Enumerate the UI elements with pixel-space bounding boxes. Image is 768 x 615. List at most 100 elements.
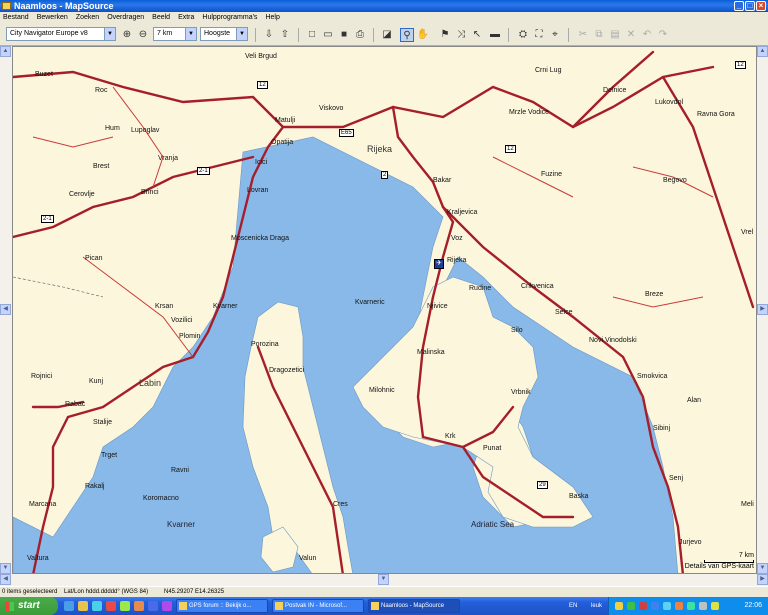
taskbar: start GPS forum :: Bekijk o... Postvak I… xyxy=(0,597,768,615)
toolbar-separator xyxy=(508,28,509,42)
detail-level-select[interactable]: Hoogste ▼ xyxy=(200,27,248,41)
tray-icon[interactable] xyxy=(627,602,635,610)
waypoint-flag-icon[interactable]: ⚑ xyxy=(438,28,452,42)
menu-bewerken[interactable]: Bewerken xyxy=(37,12,68,24)
tray-icon[interactable] xyxy=(615,602,623,610)
tray-icon[interactable] xyxy=(687,602,695,610)
chevron-down-icon[interactable]: ▼ xyxy=(104,28,115,40)
scroll-up-arrow-icon[interactable]: ▲ xyxy=(0,46,11,57)
menu-zoeken[interactable]: Zoeken xyxy=(76,12,99,24)
quicklaunch-icon[interactable] xyxy=(92,601,102,611)
task-button[interactable]: GPS forum :: Bekijk o... xyxy=(176,599,268,613)
city-label: Koromacno xyxy=(143,495,179,502)
map-product-select[interactable]: City Navigator Europe v8 ▼ xyxy=(6,27,116,41)
menu-overdragen[interactable]: Overdragen xyxy=(107,12,144,24)
scroll-left-arrow-icon[interactable]: ◀ xyxy=(0,304,11,315)
chevron-down-icon[interactable]: ▼ xyxy=(236,28,247,40)
menu-hulpprogrammas[interactable]: Hulpprogramma's xyxy=(202,12,257,24)
find-recent-icon[interactable]: ⌖ xyxy=(548,28,562,42)
title-bar[interactable]: Naamloos - MapSource _ □ × xyxy=(0,0,768,12)
map-canvas[interactable]: Buzet Roc Hum Lupoglav Brest Vranja Cero… xyxy=(12,46,757,574)
chevron-down-icon[interactable]: ▼ xyxy=(185,28,196,40)
quicklaunch-icon[interactable] xyxy=(106,601,116,611)
road xyxy=(112,86,164,188)
scroll-right-arrow-icon[interactable]: ▶ xyxy=(757,574,768,585)
paste-icon[interactable]: ▤ xyxy=(608,28,622,42)
scroll-down-arrow-icon[interactable]: ▼ xyxy=(378,574,389,585)
undo-icon[interactable]: ↶ xyxy=(640,28,654,42)
city-label: Silo xyxy=(511,327,523,334)
scroll-up-arrow-icon[interactable]: ▲ xyxy=(757,46,768,57)
scroll-down-arrow-icon[interactable]: ▼ xyxy=(0,563,11,574)
cut-icon[interactable]: ✂ xyxy=(576,28,590,42)
tray-icon[interactable] xyxy=(711,602,719,610)
copy-icon[interactable]: ⧉ xyxy=(592,28,606,42)
zoom-scale-select[interactable]: 7 km ▼ xyxy=(153,27,197,41)
tray-icon[interactable] xyxy=(651,602,659,610)
open-folder-icon[interactable]: ▭ xyxy=(321,28,335,42)
toolbar-separator xyxy=(255,28,256,42)
zoom-out-icon[interactable]: ⊖ xyxy=(136,28,150,42)
menu-beeld[interactable]: Beeld xyxy=(152,12,170,24)
city-label: Lovran xyxy=(247,187,269,194)
distance-ruler-icon[interactable]: ▬ xyxy=(488,28,502,42)
city-label: Trget xyxy=(101,452,118,459)
minimize-button[interactable]: _ xyxy=(734,1,744,11)
city-label: Voz xyxy=(451,235,463,242)
pan-hand-icon[interactable]: ✋ xyxy=(416,28,430,42)
road xyxy=(82,256,194,358)
detail-note: Details van GPS-kaart xyxy=(684,563,754,570)
quicklaunch-icon[interactable] xyxy=(64,601,74,611)
find-places-icon[interactable]: ⛶ xyxy=(532,28,546,42)
send-to-device-icon[interactable]: ⇧ xyxy=(278,28,292,42)
route-shield: E65 xyxy=(339,129,354,137)
quicklaunch-icon[interactable] xyxy=(148,601,158,611)
airport-icon[interactable]: ✈ xyxy=(434,259,444,269)
tray-icon[interactable] xyxy=(663,602,671,610)
quicklaunch-icon[interactable] xyxy=(162,601,172,611)
start-button[interactable]: start xyxy=(0,597,58,615)
menu-extra[interactable]: Extra xyxy=(178,12,194,24)
redo-icon[interactable]: ↷ xyxy=(656,28,670,42)
vertical-scrollbar[interactable]: ▲ ▶ ▼ xyxy=(757,46,768,574)
city-label: Vrel xyxy=(741,229,754,236)
city-label: Rabac xyxy=(65,401,86,408)
language-indicator[interactable]: EN xyxy=(569,597,577,615)
quicklaunch-icon[interactable] xyxy=(78,601,88,611)
ferry-line xyxy=(13,276,104,298)
city-label: Kunj xyxy=(89,378,104,385)
receive-from-device-icon[interactable]: ⇩ xyxy=(262,28,276,42)
mapsource-icon xyxy=(371,602,379,610)
route-shield: 12 xyxy=(257,81,268,89)
scroll-left-arrow-icon[interactable]: ◀ xyxy=(0,574,11,585)
tray-icon[interactable] xyxy=(675,602,683,610)
horizontal-scrollbar[interactable]: ◀ ▼ ▶ xyxy=(0,574,768,586)
browser-icon xyxy=(179,602,187,610)
tray-icon[interactable] xyxy=(699,602,707,610)
maximize-button[interactable]: □ xyxy=(745,1,755,11)
zoom-in-icon[interactable]: ⊕ xyxy=(120,28,134,42)
new-file-icon[interactable]: □ xyxy=(305,28,319,42)
quicklaunch-icon[interactable] xyxy=(134,601,144,611)
map-tool-icon[interactable]: ◪ xyxy=(380,28,394,42)
scroll-right-arrow-icon[interactable]: ▶ xyxy=(757,304,768,315)
task-label: Postvak IN - Microsof... xyxy=(285,603,348,609)
clock: 22:06 xyxy=(744,602,762,609)
route-tool-icon[interactable]: ⤨ xyxy=(454,28,468,42)
tray-icon[interactable] xyxy=(639,602,647,610)
zoom-tool-icon[interactable]: ⚲ xyxy=(400,28,414,42)
quicklaunch-icon[interactable] xyxy=(120,601,130,611)
close-button[interactable]: × xyxy=(756,1,766,11)
menu-help[interactable]: Help xyxy=(265,12,279,24)
menu-bestand[interactable]: Bestand xyxy=(3,12,29,24)
mail-icon xyxy=(275,602,283,610)
task-button[interactable]: Postvak IN - Microsof... xyxy=(272,599,364,613)
print-icon[interactable]: ⎙ xyxy=(353,28,367,42)
find-binoculars-icon[interactable]: ⛭ xyxy=(516,28,530,42)
delete-icon[interactable]: ✕ xyxy=(624,28,638,42)
task-button[interactable]: Naamloos - MapSource xyxy=(368,599,460,613)
scale-label: 7 km xyxy=(738,552,754,559)
save-icon[interactable]: ■ xyxy=(337,28,351,42)
select-arrow-icon[interactable]: ↖ xyxy=(470,28,484,42)
scroll-down-arrow-icon[interactable]: ▼ xyxy=(757,563,768,574)
